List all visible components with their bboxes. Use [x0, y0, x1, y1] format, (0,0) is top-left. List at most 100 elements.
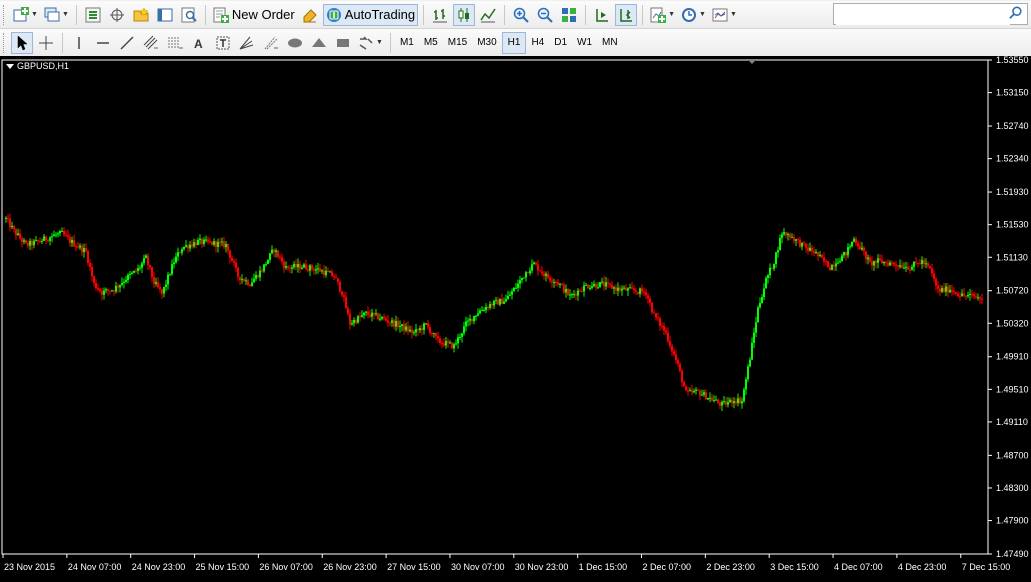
candle-body: [861, 247, 863, 250]
candle-body: [527, 272, 529, 274]
profiles-button[interactable]: ▼: [42, 4, 71, 26]
arrows-tool[interactable]: ▼: [356, 32, 385, 54]
autotrading-button[interactable]: AutoTrading: [322, 3, 419, 26]
zoom-in-button[interactable]: [510, 4, 532, 26]
candle-body: [85, 248, 87, 251]
zoom-in-icon: [513, 7, 529, 23]
toolbar-grip[interactable]: [3, 4, 7, 25]
candle-body: [403, 324, 405, 331]
navigator-button[interactable]: [130, 4, 152, 26]
search-input[interactable]: [836, 5, 1010, 25]
text-tool[interactable]: A: [188, 32, 210, 54]
candle-body: [37, 240, 39, 242]
auto-scroll-button[interactable]: [591, 4, 613, 26]
equidistant-channel-tool[interactable]: [140, 32, 162, 54]
text-icon: A: [194, 37, 203, 51]
search-box[interactable]: [833, 3, 1028, 25]
chevron-down-icon[interactable]: ▼: [730, 11, 737, 18]
trendline-tool[interactable]: [116, 32, 138, 54]
fibonacci-retracement-tool[interactable]: [164, 32, 186, 54]
chart-menu-arrow-icon[interactable]: [6, 64, 14, 69]
candle-body: [689, 390, 691, 392]
new-chart-button[interactable]: ▼: [11, 4, 40, 26]
candle-body: [491, 303, 493, 306]
timeframe-m30[interactable]: M30: [472, 33, 501, 53]
line-chart-button[interactable]: [477, 4, 499, 26]
candle-body: [77, 246, 79, 248]
candle-body: [649, 298, 651, 303]
candle-body: [933, 273, 935, 279]
chevron-down-icon[interactable]: ▼: [699, 11, 706, 18]
candle-body: [815, 251, 817, 253]
chevron-down-icon[interactable]: ▼: [668, 11, 675, 18]
candle-body: [629, 287, 631, 289]
terminal-button[interactable]: [154, 4, 176, 26]
data-window-button[interactable]: [106, 4, 128, 26]
timeframe-m1[interactable]: M1: [395, 33, 419, 53]
candlestick-chart[interactable]: 1.53550 1.53150 1.52740 1.52340 1.51930 1.515…: [0, 56, 1031, 582]
chart-window[interactable]: 1.53550 1.53150 1.52740 1.52340 1.51930 1.515…: [0, 56, 1031, 582]
market-watch-button[interactable]: [82, 4, 104, 26]
periods-button[interactable]: ▼: [679, 4, 708, 26]
candle-body: [751, 342, 753, 360]
candle-body: [593, 283, 595, 287]
fibonacci-fan-tool[interactable]: [260, 32, 282, 54]
rectangle-tool[interactable]: [332, 32, 354, 54]
cursor-tool[interactable]: [11, 31, 33, 54]
chevron-down-icon[interactable]: ▼: [62, 11, 69, 18]
candle-body: [631, 287, 633, 289]
chart-shift-marker[interactable]: [747, 59, 757, 64]
zoom-out-button[interactable]: [534, 4, 556, 26]
timeframe-h4[interactable]: H4: [526, 33, 549, 53]
templates-button[interactable]: ▼: [710, 4, 739, 26]
candle-body: [219, 241, 221, 243]
indicators-button[interactable]: ▼: [648, 4, 677, 26]
candle-body: [839, 261, 841, 263]
candle-body: [565, 288, 567, 293]
timeframe-w1[interactable]: W1: [572, 33, 597, 53]
candle-body: [91, 266, 93, 277]
candle-body: [777, 250, 779, 253]
tile-windows-button[interactable]: [558, 4, 580, 26]
timeframe-m15[interactable]: M15: [443, 33, 472, 53]
strategy-tester-button[interactable]: [178, 4, 200, 26]
horizontal-line-tool[interactable]: [92, 32, 114, 54]
vertical-line-tool[interactable]: [68, 32, 90, 54]
search-icon[interactable]: [1009, 6, 1023, 20]
chart-shift-button[interactable]: [615, 3, 638, 26]
chevron-down-icon[interactable]: ▼: [31, 11, 38, 18]
crosshair-tool[interactable]: [35, 32, 57, 54]
triangle-tool[interactable]: [308, 32, 330, 54]
candle-body: [847, 247, 849, 256]
metaeditor-button[interactable]: [299, 4, 321, 26]
toolbar-grip[interactable]: [3, 32, 7, 53]
timeframe-h1[interactable]: H1: [501, 31, 527, 54]
timeframe-mn[interactable]: MN: [597, 33, 623, 53]
candle-body: [575, 294, 577, 296]
new-order-button[interactable]: New Order: [211, 4, 297, 26]
candle-body: [507, 295, 509, 300]
timeframe-m5[interactable]: M5: [419, 33, 443, 53]
candle-body: [209, 241, 211, 243]
candle-body: [833, 264, 835, 267]
candle-body: [435, 333, 437, 337]
candle-body: [381, 317, 383, 319]
candle-body: [157, 282, 159, 288]
candle-body: [653, 312, 655, 314]
candle-body: [591, 286, 593, 288]
candle-body: [853, 238, 855, 242]
chevron-down-icon[interactable]: ▼: [376, 39, 383, 46]
gann-fan-tool[interactable]: [236, 32, 258, 54]
candle-body: [873, 261, 875, 266]
candle-body: [681, 370, 683, 383]
candle-body: [837, 262, 839, 264]
candlesticks-button[interactable]: [453, 3, 476, 26]
text-label-tool[interactable]: [212, 32, 234, 54]
candle-body: [129, 273, 131, 275]
candle-body: [135, 270, 137, 272]
candle-body: [683, 382, 685, 387]
timeframe-d1[interactable]: D1: [549, 33, 572, 53]
ellipse-tool[interactable]: [284, 32, 306, 54]
candle-body: [7, 217, 9, 219]
bar-chart-button[interactable]: [429, 4, 451, 26]
